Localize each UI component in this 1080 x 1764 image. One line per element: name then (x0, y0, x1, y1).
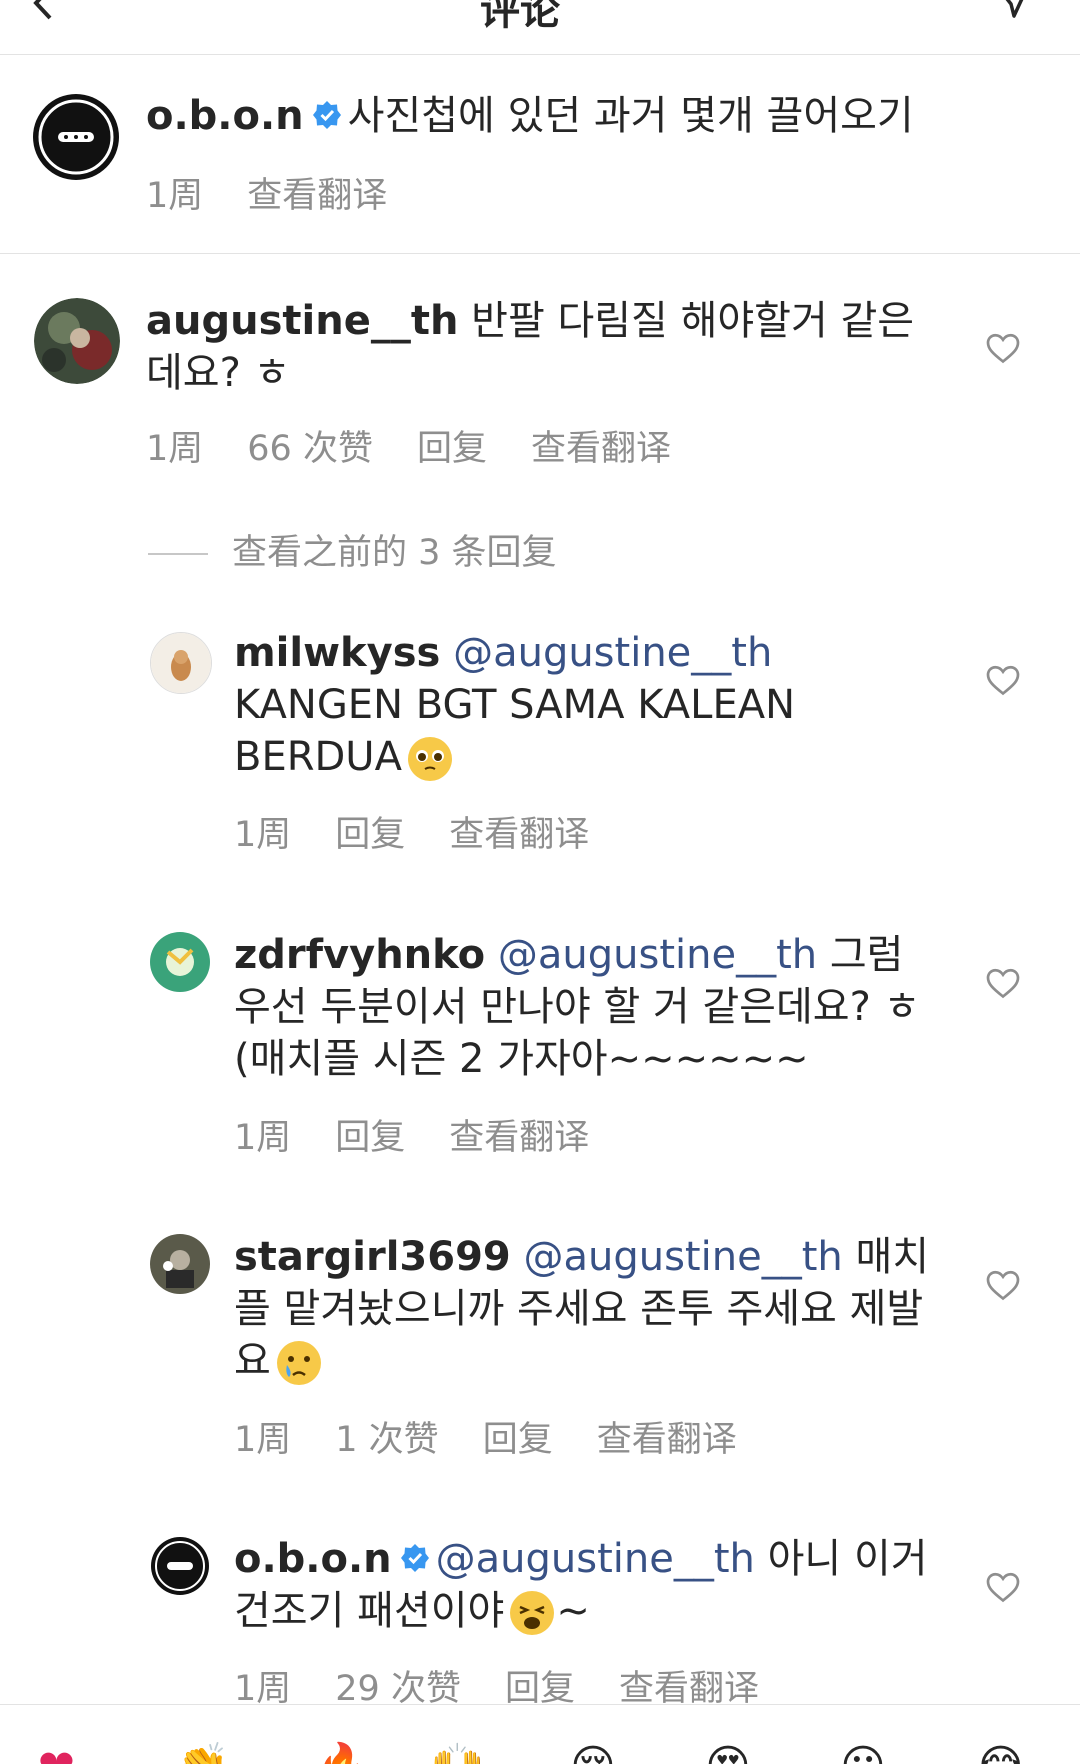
caption-meta: 1周 查看翻译 (146, 167, 431, 218)
emoji-reaction-bar: ❤ 👏 🔥 🙌 😢 😍 😮 😂 (0, 1704, 1080, 1764)
reply-meta: 1周 回复 查看翻译 (234, 806, 633, 857)
reply-meta: 1周 回复 查看翻译 (234, 1109, 633, 1160)
like-heart-icon[interactable] (985, 965, 1021, 1001)
see-translation-button[interactable]: 查看翻译 (531, 429, 671, 469)
avatar[interactable] (150, 932, 210, 992)
verified-badge-icon (400, 1544, 429, 1572)
reply-body: KANGEN BGT SAMA KALEAN BERDUA (234, 682, 795, 780)
view-previous-replies-button[interactable]: 查看之前的 3 条回复 (148, 524, 557, 575)
reply-meta: 1周 1 次赞 回复 查看翻译 (234, 1411, 781, 1462)
reply-button[interactable]: 回复 (417, 429, 487, 469)
mention-link[interactable]: @augustine__th (523, 1234, 842, 1280)
reply-button[interactable]: 回复 (335, 1118, 405, 1158)
heart-eyes-emoji-button[interactable]: 😍 (705, 1745, 751, 1764)
timestamp: 1周 (234, 815, 292, 855)
timestamp: 1周 (234, 1420, 292, 1460)
see-translation-button[interactable]: 查看翻译 (247, 176, 387, 216)
post-caption: o.b.o.n 사진첩에 있던 과거 몇개 끌어오기 1周 查看翻译 (0, 55, 1080, 254)
heart-emoji-button[interactable]: ❤ (38, 1745, 75, 1764)
comment-meta: 1周 66 次赞 回复 查看翻译 (146, 420, 715, 471)
like-heart-icon[interactable] (985, 1267, 1021, 1303)
reply-button[interactable]: 回复 (505, 1669, 575, 1709)
avatar[interactable] (34, 298, 120, 384)
username[interactable]: augustine__th (146, 298, 458, 344)
see-translation-button[interactable]: 查看翻译 (449, 1118, 589, 1158)
reply-button[interactable]: 回复 (335, 815, 405, 855)
mention-link[interactable]: @augustine__th (453, 630, 772, 676)
fire-emoji-button[interactable]: 🔥 (315, 1745, 370, 1764)
timestamp: 1周 (146, 176, 204, 216)
like-heart-icon[interactable] (985, 330, 1021, 366)
clapping-emoji-button[interactable]: 👏 (175, 1745, 230, 1764)
like-heart-icon[interactable] (985, 1569, 1021, 1605)
timestamp: 1周 (234, 1669, 292, 1709)
weary-face-emoji (510, 1591, 555, 1635)
avatar[interactable] (150, 632, 212, 694)
reply-text: stargirl3699 @augustine__th 매치플 맡겨놨으니까 주… (234, 1231, 934, 1387)
timestamp: 1周 (146, 429, 204, 469)
username[interactable]: o.b.o.n (146, 93, 304, 139)
username[interactable]: zdrfvyhnko (234, 932, 485, 978)
reply-body-tail: ~ (556, 1588, 590, 1634)
caption-text: o.b.o.n 사진첩에 있던 과거 몇개 끌어오기 (146, 90, 1046, 142)
avatar[interactable] (150, 1536, 210, 1596)
view-previous-label: 查看之前的 3 条回复 (232, 533, 557, 573)
top-bar: 评论 (0, 0, 1080, 55)
username[interactable]: o.b.o.n (234, 1536, 392, 1582)
like-heart-icon[interactable] (985, 662, 1021, 698)
username[interactable]: stargirl3699 (234, 1234, 511, 1280)
likes-count[interactable]: 66 次赞 (247, 429, 373, 469)
verified-badge-icon (312, 101, 341, 129)
username[interactable]: milwkyss (234, 630, 440, 676)
see-translation-button[interactable]: 查看翻译 (449, 815, 589, 855)
mention-link[interactable]: @augustine__th (436, 1536, 755, 1582)
likes-count[interactable]: 1 次赞 (335, 1420, 438, 1460)
divider-line (148, 553, 208, 555)
avatar[interactable] (150, 1234, 210, 1294)
see-translation-button[interactable]: 查看翻译 (619, 1669, 759, 1709)
reply-text: zdrfvyhnko @augustine__th 그럼 우선 두분이서 만나야… (234, 929, 934, 1085)
celebration-emoji-button[interactable]: 🙌 (430, 1745, 485, 1764)
crying-face-emoji (276, 1341, 321, 1385)
send-icon[interactable] (996, 0, 1030, 20)
comment-text: augustine__th 반팔 다림질 해야할거 같은데요? ㅎ (146, 295, 936, 399)
caption-body: 사진첩에 있던 과거 몇개 끌어오기 (347, 93, 914, 139)
timestamp: 1周 (234, 1118, 292, 1158)
back-arrow-icon[interactable] (28, 0, 62, 20)
likes-count[interactable]: 29 次赞 (335, 1669, 461, 1709)
avatar[interactable] (32, 93, 120, 181)
mention-link[interactable]: @augustine__th (498, 932, 817, 978)
reply-button[interactable]: 回复 (483, 1420, 553, 1460)
reply-text: o.b.o.n @augustine__th 아니 이거 건조기 패션이야 ~ (234, 1533, 934, 1637)
laughing-face-emoji-button[interactable]: 😂 (975, 1745, 1026, 1764)
surprised-face-emoji-button[interactable]: 😮 (840, 1745, 886, 1764)
see-translation-button[interactable]: 查看翻译 (597, 1420, 737, 1460)
pleading-face-emoji (407, 737, 452, 781)
reply-text: milwkyss @augustine__th KANGEN BGT SAMA … (234, 627, 874, 783)
crying-face-emoji-button[interactable]: 😢 (570, 1745, 616, 1764)
page-title: 评论 (480, 0, 560, 34)
